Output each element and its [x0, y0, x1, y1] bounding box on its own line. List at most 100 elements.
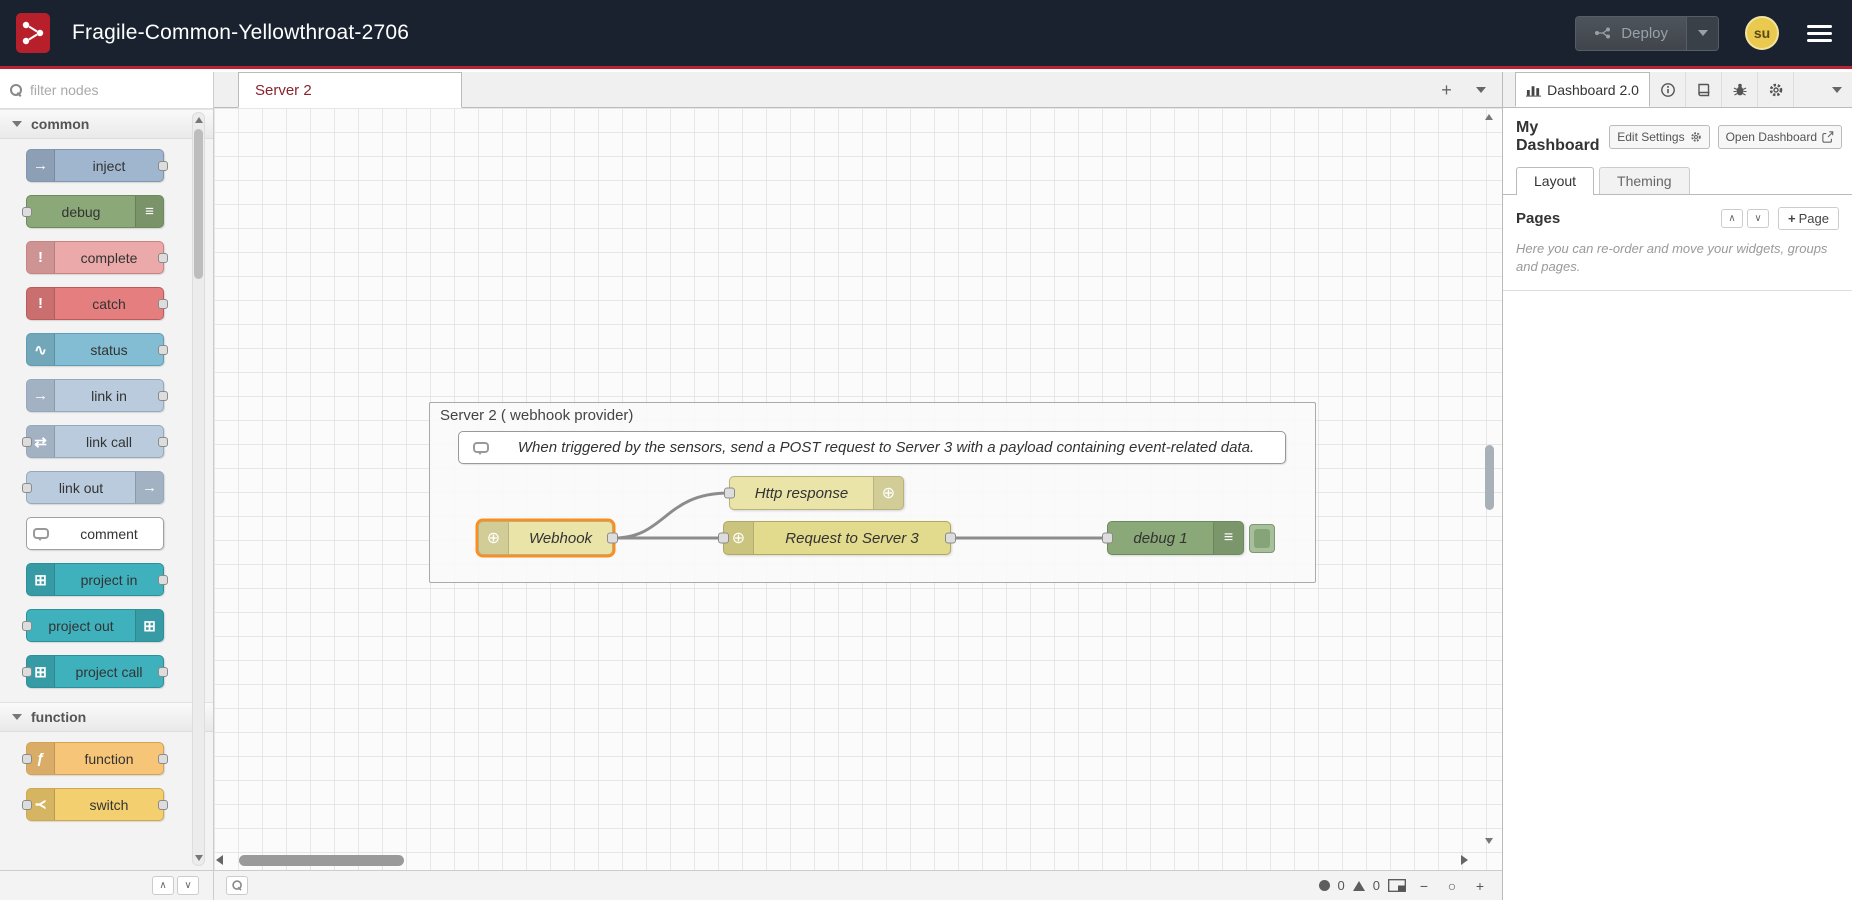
output-port[interactable]	[158, 161, 168, 171]
palette-node-switch[interactable]: Y switch	[26, 788, 164, 821]
input-port[interactable]	[1102, 533, 1113, 544]
output-port[interactable]	[158, 391, 168, 401]
palette-category-function[interactable]: function	[0, 702, 213, 732]
palette-node-link-call[interactable]: ⇄ link call	[26, 425, 164, 458]
output-port[interactable]	[945, 533, 956, 544]
output-port[interactable]	[158, 345, 168, 355]
open-dashboard-button[interactable]: Open Dashboard	[1718, 125, 1842, 149]
hscroll-thumb[interactable]	[239, 855, 404, 866]
palette-scrollbar[interactable]	[192, 112, 205, 866]
palette-node-catch[interactable]: ! catch	[26, 287, 164, 320]
input-port[interactable]	[22, 207, 32, 217]
node-webhook[interactable]: ⊕ Webhook	[478, 521, 613, 555]
output-port[interactable]	[607, 533, 618, 544]
zoom-out-button[interactable]: −	[1414, 876, 1434, 896]
palette-scroll-area[interactable]: common → inject debug ≡ ! complete ! cat…	[0, 109, 213, 870]
node-http-response[interactable]: Http response ⊕	[729, 476, 904, 510]
palette-node-comment[interactable]: comment	[26, 517, 164, 550]
output-port[interactable]	[158, 754, 168, 764]
user-avatar[interactable]: su	[1745, 16, 1779, 50]
expand-categories-button[interactable]: ∨	[177, 876, 199, 895]
palette-node-project-call[interactable]: ⊞ project call	[26, 655, 164, 688]
tab-help[interactable]	[1686, 72, 1722, 107]
edit-settings-button[interactable]: Edit Settings	[1609, 125, 1709, 149]
move-page-up-button[interactable]: ∧	[1721, 209, 1743, 228]
deploy-button[interactable]: Deploy	[1576, 17, 1686, 50]
scroll-right-icon[interactable]	[1461, 855, 1468, 865]
comment-node[interactable]: When triggered by the sensors, send a PO…	[458, 431, 1286, 464]
input-port[interactable]	[22, 800, 32, 810]
output-port[interactable]	[158, 575, 168, 585]
palette-node-link-out[interactable]: link out →	[26, 471, 164, 504]
tab-dashboard-2[interactable]: Dashboard 2.0	[1515, 72, 1650, 107]
scroll-down-icon[interactable]	[195, 855, 203, 861]
deploy-options-button[interactable]	[1686, 17, 1718, 50]
tab-config-nodes[interactable]	[1758, 72, 1794, 107]
add-page-button[interactable]: + Page	[1778, 207, 1839, 230]
input-port[interactable]	[22, 483, 32, 493]
chevron-down-icon	[12, 714, 22, 720]
palette-node-project-in[interactable]: ⊞ project in	[26, 563, 164, 596]
catch-icon: !	[38, 295, 43, 312]
input-port[interactable]	[22, 621, 32, 631]
input-port[interactable]	[22, 754, 32, 764]
tab-info[interactable]	[1650, 72, 1686, 107]
zoom-reset-button[interactable]: ○	[1442, 876, 1462, 896]
palette-scrollbar-thumb[interactable]	[194, 129, 203, 279]
palette-node-debug[interactable]: debug ≡	[26, 195, 164, 228]
input-port[interactable]	[724, 488, 735, 499]
node-debug-1[interactable]: debug 1 ≡	[1107, 521, 1244, 555]
palette-node-inject[interactable]: → inject	[26, 149, 164, 182]
scroll-up-icon[interactable]	[1485, 114, 1493, 120]
canvas-horizontal-scrollbar[interactable]	[216, 853, 1468, 867]
palette-nodes-function: ƒ function Y switch	[0, 732, 213, 835]
complete-icon: !	[38, 249, 43, 266]
chevron-down-icon	[1476, 87, 1486, 93]
input-port[interactable]	[22, 437, 32, 447]
error-count-icon[interactable]	[1319, 880, 1330, 891]
input-port[interactable]	[22, 667, 32, 677]
palette-node-function[interactable]: ƒ function	[26, 742, 164, 775]
output-port[interactable]	[158, 800, 168, 810]
vscroll-thumb[interactable]	[1485, 445, 1494, 510]
palette-node-status[interactable]: ∿ status	[26, 333, 164, 366]
palette: common → inject debug ≡ ! complete ! cat…	[0, 72, 214, 900]
scroll-up-icon[interactable]	[195, 117, 203, 123]
palette-node-link-in[interactable]: → link in	[26, 379, 164, 412]
add-flow-button[interactable]: +	[1433, 77, 1460, 103]
flow-canvas[interactable]: Server 2 ( webhook provider) When trigge…	[214, 108, 1502, 870]
navigator-toggle-icon[interactable]	[1388, 879, 1406, 892]
output-port[interactable]	[158, 253, 168, 263]
tab-debug[interactable]	[1722, 72, 1758, 107]
output-port[interactable]	[158, 299, 168, 309]
scroll-down-icon[interactable]	[1485, 838, 1493, 844]
debug-enable-toggle[interactable]	[1249, 524, 1275, 553]
warning-count-icon[interactable]	[1353, 881, 1365, 891]
output-port[interactable]	[158, 437, 168, 447]
canvas-search-button[interactable]	[226, 876, 248, 895]
tab-layout[interactable]: Layout	[1516, 167, 1594, 195]
palette-node-complete[interactable]: ! complete	[26, 241, 164, 274]
output-port[interactable]	[158, 667, 168, 677]
canvas-vertical-scrollbar[interactable]	[1483, 110, 1496, 848]
category-label: common	[31, 116, 89, 132]
main-menu-button[interactable]	[1807, 25, 1832, 42]
tab-theming[interactable]: Theming	[1599, 167, 1689, 194]
flow-list-button[interactable]	[1467, 77, 1494, 103]
canvas-footer: 0 0 − ○ +	[214, 870, 1502, 900]
book-icon	[1696, 82, 1712, 98]
palette-search-input[interactable]	[30, 82, 170, 98]
deploy-group: Deploy	[1575, 16, 1719, 51]
input-port[interactable]	[718, 533, 729, 544]
collapse-categories-button[interactable]: ∧	[152, 876, 174, 895]
zoom-in-button[interactable]: +	[1470, 876, 1490, 896]
palette-category-common[interactable]: common	[0, 109, 213, 139]
sidebar-menu-button[interactable]	[1822, 72, 1852, 107]
scroll-left-icon[interactable]	[216, 855, 223, 865]
node-request-to-server-3[interactable]: ⊕ Request to Server 3	[723, 521, 951, 555]
dashboard-header-row: My Dashboard Edit Settings Open Dashboar…	[1503, 108, 1852, 164]
divider	[1503, 290, 1852, 291]
move-page-down-button[interactable]: ∨	[1747, 209, 1769, 228]
palette-node-project-out[interactable]: project out ⊞	[26, 609, 164, 642]
tab-server-2[interactable]: Server 2	[238, 72, 462, 108]
